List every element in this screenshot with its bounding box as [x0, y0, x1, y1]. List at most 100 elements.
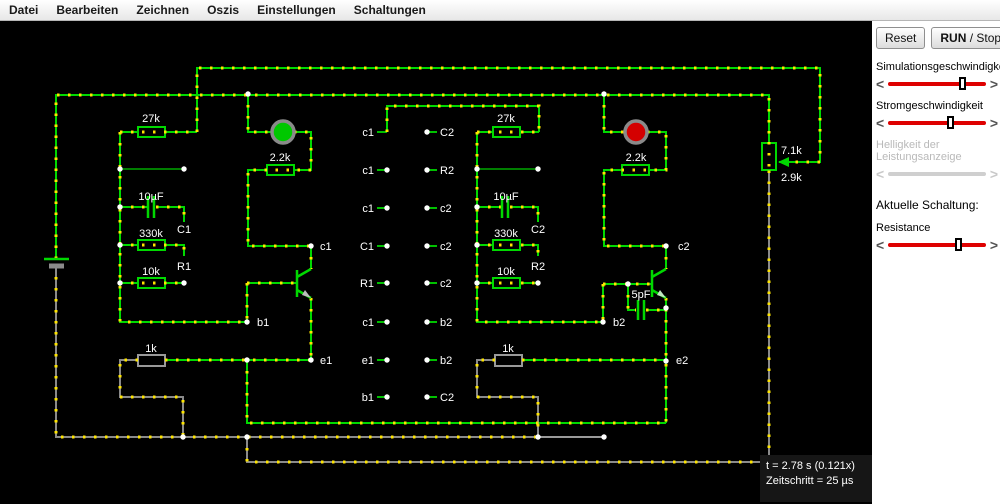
- circuit-handle[interactable]: [955, 238, 962, 251]
- resistor-10k-right[interactable]: [493, 278, 520, 288]
- canvas-label: 27k: [142, 113, 160, 125]
- menu-zeichnen[interactable]: Zeichnen: [127, 3, 198, 17]
- battery[interactable]: [44, 259, 69, 266]
- circuit-svg[interactable]: 27k 2.2k 10µF C1 330k R1 10k 1k c1 b1 e1 27k 2.2k 10µ…: [0, 21, 872, 504]
- canvas-label: R1: [177, 261, 191, 273]
- sim-speed-handle[interactable]: [959, 77, 966, 90]
- canvas-label: e1: [362, 355, 374, 367]
- capacitor-5pf[interactable]: [638, 300, 644, 320]
- resistor-27k-right[interactable]: [493, 127, 520, 137]
- canvas-label: b2: [613, 317, 625, 329]
- canvas-label: R2: [440, 165, 454, 177]
- current-speed-label: Stromgeschwindigkeit: [876, 100, 998, 112]
- wires-green: [56, 68, 820, 462]
- canvas-label: 5pF: [632, 289, 651, 301]
- canvas-label: b2: [440, 317, 452, 329]
- canvas-label: R2: [531, 261, 545, 273]
- canvas-label: 2.2k: [270, 152, 291, 164]
- canvas-label: c1: [362, 165, 374, 177]
- canvas-label: b2: [440, 355, 452, 367]
- canvas-label: 330k: [494, 228, 518, 240]
- led-green[interactable]: [272, 121, 294, 143]
- sim-speed-label: Simulationsgeschwindigkeit: [876, 61, 998, 73]
- canvas-label: 7.1k: [781, 145, 802, 157]
- resistor-1k-right[interactable]: [495, 355, 522, 366]
- canvas-label: 1k: [502, 343, 514, 355]
- reset-button[interactable]: Reset: [876, 27, 925, 49]
- canvas-label: 2.9k: [781, 172, 802, 184]
- transistor-q2[interactable]: [652, 269, 666, 298]
- potentiometer-wiper-arrow: [778, 157, 789, 167]
- menu-datei[interactable]: Datei: [0, 3, 47, 17]
- power-brightness-slider: < >: [876, 166, 998, 182]
- power-brightness-track: [888, 172, 986, 176]
- control-panel: Reset RUN / Stop Simulationsgeschwindigk…: [872, 21, 1000, 504]
- canvas-label: c1: [320, 241, 332, 253]
- run-stop-button[interactable]: RUN / Stop: [931, 27, 1000, 49]
- current-speed-track[interactable]: [888, 121, 986, 125]
- current-speed-increase-arrow[interactable]: >: [990, 116, 998, 130]
- canvas-label: C1: [177, 224, 191, 236]
- canvas-label: 10k: [497, 266, 515, 278]
- menu-bearbeiten[interactable]: Bearbeiten: [47, 3, 127, 17]
- canvas-label: C2: [531, 224, 545, 236]
- canvas-label: 1k: [145, 343, 157, 355]
- current-circuit-heading: Aktuelle Schaltung:: [876, 198, 998, 212]
- canvas-label: c2: [440, 241, 452, 253]
- circuit-canvas[interactable]: 27k 2.2k 10µF C1 330k R1 10k 1k c1 b1 e1 27k 2.2k 10µ…: [0, 21, 872, 504]
- circuit-simulator-window: Datei Bearbeiten Zeichnen Oszis Einstell…: [0, 0, 1000, 504]
- current-speed-handle[interactable]: [947, 116, 954, 129]
- canvas-label: e1: [320, 355, 332, 367]
- current-dots: [56, 68, 820, 462]
- canvas-label: c1: [362, 317, 374, 329]
- resistor-1k-left[interactable]: [138, 355, 165, 366]
- junction-dots: [117, 91, 668, 439]
- circuit-track[interactable]: [888, 243, 986, 247]
- resistor-330k-right[interactable]: [493, 240, 520, 250]
- resistor-2.2k-left[interactable]: [267, 165, 294, 175]
- circuit-slider: < >: [876, 237, 998, 253]
- status-time: t = 2.78 s (0.121x): [766, 459, 872, 474]
- canvas-label: c2: [440, 203, 452, 215]
- canvas-label: c1: [362, 203, 374, 215]
- canvas-label: b1: [257, 317, 269, 329]
- canvas-label: C2: [440, 127, 454, 139]
- sim-speed-increase-arrow[interactable]: >: [990, 77, 998, 91]
- capacitors: [148, 196, 644, 320]
- canvas-label: c1: [362, 127, 374, 139]
- menu-oszis[interactable]: Oszis: [198, 3, 248, 17]
- sim-speed-track[interactable]: [888, 82, 986, 86]
- canvas-label: 10µF: [493, 191, 519, 203]
- status-timestep: Zeitschritt = 25 µs: [766, 474, 872, 489]
- canvas-label: 27k: [497, 113, 515, 125]
- canvas-label: R1: [360, 278, 374, 290]
- canvas-label: 10k: [142, 266, 160, 278]
- menu-schaltungen[interactable]: Schaltungen: [345, 3, 435, 17]
- canvas-label: 330k: [139, 228, 163, 240]
- menu-einstellungen[interactable]: Einstellungen: [248, 3, 345, 17]
- canvas-label: C1: [360, 241, 374, 253]
- circuit-slider-label: Resistance: [876, 222, 998, 234]
- power-brightness-decrease-arrow: <: [876, 167, 884, 181]
- transistor-q1[interactable]: [297, 269, 311, 298]
- power-brightness-label: Helligkeit der Leistungsanzeige: [876, 139, 986, 163]
- menu-bar: Datei Bearbeiten Zeichnen Oszis Einstell…: [0, 0, 1000, 21]
- canvas-label: 2.2k: [626, 152, 647, 164]
- current-speed-decrease-arrow[interactable]: <: [876, 116, 884, 130]
- canvas-label: e2: [676, 355, 688, 367]
- sim-speed-slider: < >: [876, 76, 998, 92]
- canvas-label: b1: [362, 392, 374, 404]
- power-brightness-increase-arrow: >: [990, 167, 998, 181]
- canvas-label: c2: [440, 278, 452, 290]
- circuit-increase-arrow[interactable]: >: [990, 238, 998, 252]
- circuit-decrease-arrow[interactable]: <: [876, 238, 884, 252]
- stop-label: / Stop: [966, 31, 1000, 45]
- led-red[interactable]: [625, 121, 647, 143]
- simulation-status: t = 2.78 s (0.121x) Zeitschritt = 25 µs: [760, 455, 872, 502]
- sim-speed-decrease-arrow[interactable]: <: [876, 77, 884, 91]
- current-speed-slider: < >: [876, 115, 998, 131]
- canvas-label: C2: [440, 392, 454, 404]
- run-label: RUN: [940, 31, 966, 45]
- canvas-label: 10µF: [138, 191, 164, 203]
- canvas-label: c2: [678, 241, 690, 253]
